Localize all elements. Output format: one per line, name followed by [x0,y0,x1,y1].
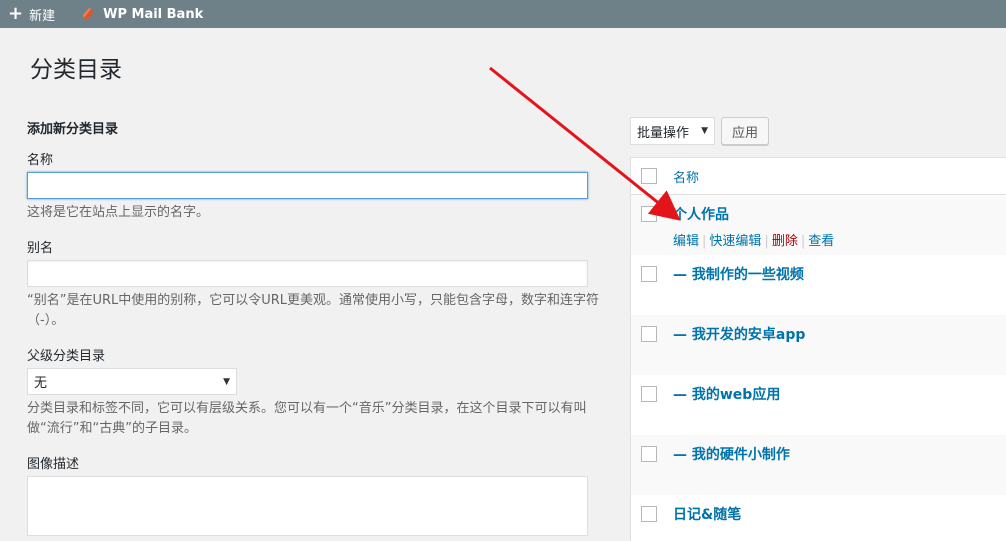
parent-select-value: 无 [34,376,48,391]
table-row: 个人作品 编辑 | 快速编辑 | 删除 | 查看 [631,195,1006,255]
table-row: 日记&随笔 [631,495,1006,541]
name-field-group: 名称 这将是它在站点上显示的名字。 [27,149,617,223]
slug-label: 别名 [27,241,54,256]
slug-input[interactable] [27,260,588,287]
table-header: 名称 [631,158,1006,195]
select-all-checkbox[interactable] [641,168,657,184]
slug-field-group: 别名 “别名”是在URL中使用的别称，它可以令URL更美观。通常使用小写，只能包… [27,237,617,331]
view-link[interactable]: 查看 [808,234,834,249]
parent-label: 父级分类目录 [27,349,106,364]
category-title-link[interactable]: — 我的硬件小制作 [673,444,790,464]
form-heading: 添加新分类目录 [27,122,119,137]
slug-description: “别名”是在URL中使用的别称，它可以令URL更美观。通常使用小写，只能包含字母… [27,293,600,328]
quick-edit-link[interactable]: 快速编辑 [709,234,761,249]
parent-field-group: 父级分类目录 无 ▼ 分类目录和标签不同，它可以有层级关系。您可以有一个“音乐”… [27,345,617,439]
image-description-textarea[interactable] [27,476,588,536]
delete-link[interactable]: 删除 [772,234,798,249]
row-checkbox[interactable] [641,386,657,402]
category-title-link[interactable]: 个人作品 [673,204,834,224]
table-row: — 我的硬件小制作 [631,435,1006,495]
mail-bank-icon [83,8,95,20]
table-row: — 我制作的一些视频 [631,255,1006,315]
parent-select[interactable]: 无 ▼ [27,368,237,395]
category-title-link[interactable]: — 我制作的一些视频 [673,264,804,284]
row-checkbox[interactable] [641,506,657,522]
apply-button[interactable]: 应用 [721,117,770,145]
add-category-form: 添加新分类目录 名称 这将是它在站点上显示的名字。 别名 “别名”是在URL中使… [27,118,617,541]
image-description-label: 图像描述 [27,457,80,472]
admin-bar: + 新建 WP Mail Bank [0,0,1006,28]
name-input[interactable] [27,172,588,199]
main-content: 分类目录 添加新分类目录 名称 这将是它在站点上显示的名字。 别名 “别名”是在… [6,28,1006,541]
new-content-label: 新建 [29,8,56,24]
name-description: 这将是它在站点上显示的名字。 [27,205,210,220]
categories-table: 名称 个人作品 编辑 | 快速编辑 | 删除 | 查看 — 我制作的一些视频 — 我开发的安… [630,157,1006,541]
column-name-header[interactable]: 名称 [673,167,699,186]
category-title-link[interactable]: — 我的web应用 [673,384,780,404]
row-checkbox[interactable] [641,206,657,222]
parent-description: 分类目录和标签不同，它可以有层级关系。您可以有一个“音乐”分类目录，在这个目录下… [27,401,587,436]
dropdown-arrow-icon: ▼ [223,376,230,387]
table-row: — 我开发的安卓app [631,315,1006,375]
row-checkbox[interactable] [641,326,657,342]
new-content-button[interactable]: + 新建 [0,0,63,28]
wp-mail-bank-menu[interactable]: WP Mail Bank [73,0,211,28]
bulk-action-select[interactable]: 批量操作 ▼ [630,117,715,145]
edit-link[interactable]: 编辑 [673,234,699,249]
row-checkbox[interactable] [641,446,657,462]
category-title-link[interactable]: — 我开发的安卓app [673,324,805,344]
row-actions: 编辑 | 快速编辑 | 删除 | 查看 [673,234,835,249]
page-title: 分类目录 [30,57,122,83]
bulk-action-value: 批量操作 [637,125,690,141]
wp-mail-bank-label: WP Mail Bank [103,6,204,22]
bulk-actions: 批量操作 ▼ 应用 [630,117,770,145]
plus-icon: + [8,3,24,24]
category-title-link[interactable]: 日记&随笔 [673,504,741,524]
dropdown-arrow-icon: ▼ [701,126,708,136]
table-row: — 我的web应用 [631,375,1006,435]
name-label: 名称 [27,153,54,168]
image-field-group: 图像描述 [27,453,617,536]
row-checkbox[interactable] [641,266,657,282]
